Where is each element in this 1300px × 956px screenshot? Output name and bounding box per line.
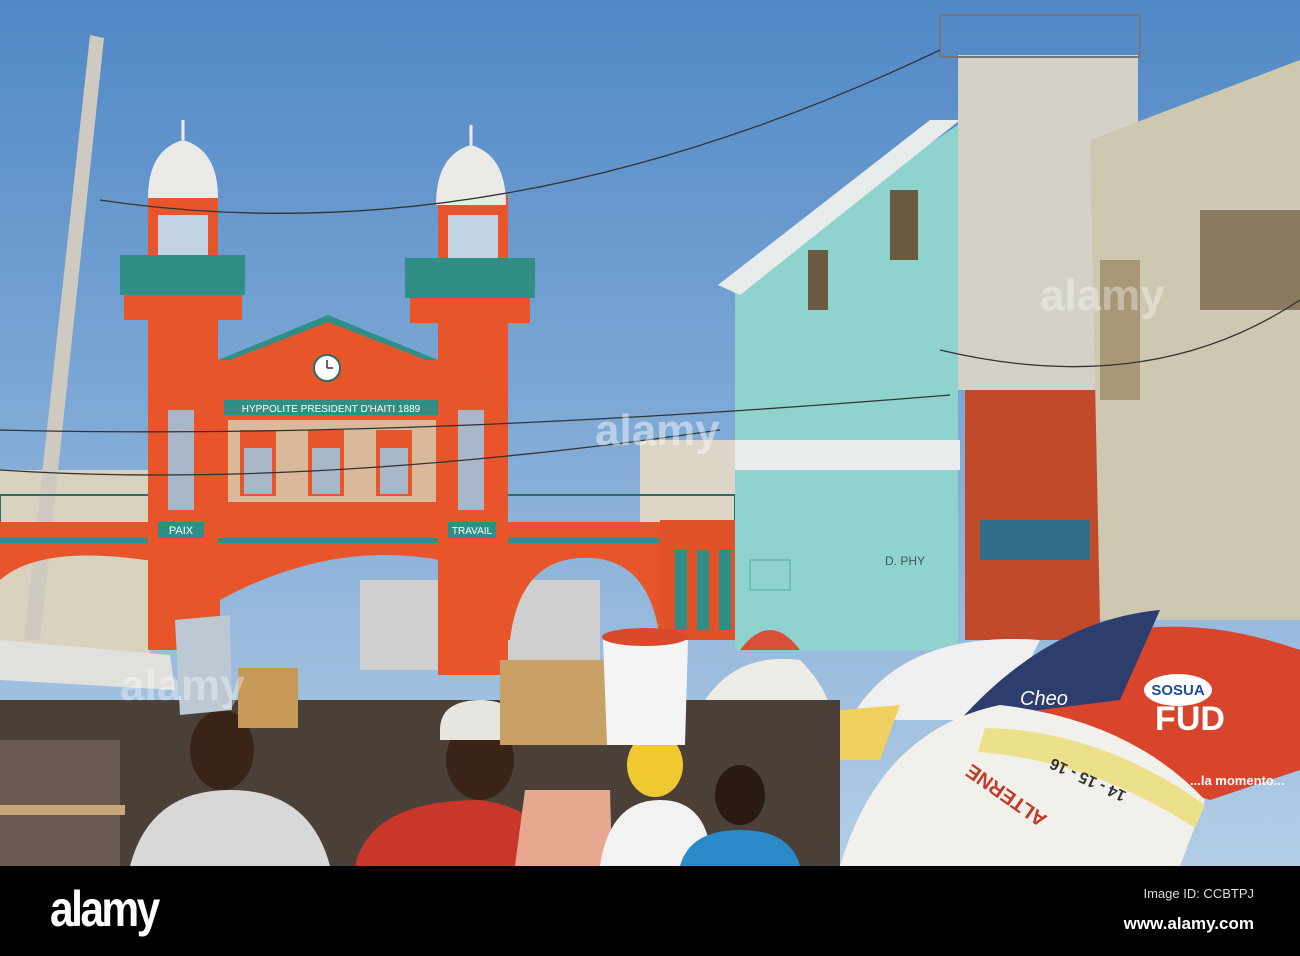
watermark-bar: alamy Image ID: CCBTPJ www.alamy.com	[0, 866, 1300, 956]
photo-watermark: alamy	[595, 406, 720, 455]
umbrella-side-text: Cheo	[1020, 688, 1068, 710]
plaque-text: HYPPOLITE PRESIDENT D'HAITI 1889	[242, 404, 421, 415]
photo-watermark: alamy	[120, 661, 245, 710]
photo-watermark: alamy	[1040, 271, 1165, 320]
right-building	[1090, 60, 1300, 620]
red-building	[965, 390, 1100, 640]
travail-sign: TRAVAIL	[452, 526, 493, 537]
site-url: www.alamy.com	[1123, 914, 1254, 933]
umbrella-slogan: ...la momento...	[1190, 773, 1285, 788]
central-pavilion: HYPPOLITE PRESIDENT D'HAITI 1889	[218, 315, 438, 525]
photo: HYPPOLITE PRESIDENT D'HAITI 1889 PAIX TR…	[0, 0, 1300, 956]
image-id: Image ID: CCBTPJ	[1143, 886, 1254, 901]
market-scene: HYPPOLITE PRESIDENT D'HAITI 1889 PAIX TR…	[0, 0, 1300, 866]
paix-sign: PAIX	[169, 525, 194, 537]
alamy-logo: alamy	[50, 881, 160, 937]
umbrella-brand: SOSUA	[1151, 682, 1205, 699]
umbrella-product: FUD	[1155, 700, 1225, 738]
building-sign: D. PHY	[885, 554, 925, 568]
distant-building	[0, 470, 150, 670]
